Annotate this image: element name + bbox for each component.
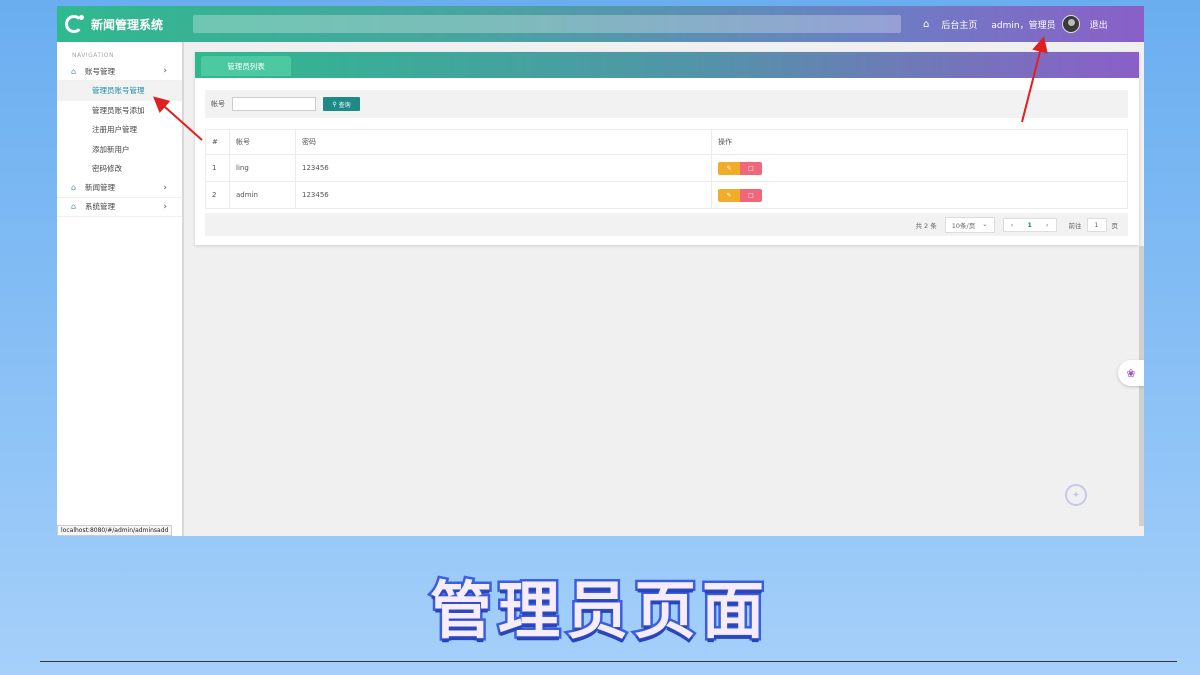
home-icon: ⌂ bbox=[71, 66, 77, 76]
sidebar-group-system[interactable]: ⌂ 系统管理 › bbox=[57, 198, 182, 217]
table-header-row: # 帐号 密码 操作 bbox=[205, 129, 1128, 155]
chevron-right-icon: › bbox=[163, 182, 167, 193]
page-size-select[interactable]: 10条/页 ⌄ bbox=[944, 216, 995, 233]
tab-admin-list[interactable]: 管理员列表 bbox=[201, 56, 291, 76]
sidebar-item-admin-accounts[interactable]: 管理员账号管理 bbox=[57, 81, 182, 101]
prev-page-button[interactable]: ‹ bbox=[1004, 221, 1021, 229]
chevron-right-icon: › bbox=[163, 201, 167, 212]
goto-page-input[interactable]: 1 bbox=[1086, 217, 1107, 232]
column-header-account: 帐号 bbox=[229, 129, 296, 155]
logo[interactable]: 新闻管理系统 bbox=[57, 15, 193, 33]
cell-password: 123456 bbox=[295, 181, 712, 209]
current-user-label: admin，管理员 bbox=[991, 20, 1056, 31]
home-icon: ⌂ bbox=[71, 183, 77, 192]
logout-link[interactable]: 退出 bbox=[1090, 18, 1108, 31]
chevron-right-icon: › bbox=[163, 66, 167, 76]
logo-icon bbox=[65, 15, 84, 33]
brain-icon[interactable]: ❀ bbox=[1118, 360, 1144, 386]
search-button[interactable]: ⚲ 查询 bbox=[323, 97, 360, 111]
goto-label: 前往 bbox=[1068, 221, 1082, 230]
app-title: 新闻管理系统 bbox=[91, 17, 164, 32]
vertical-scrollbar[interactable] bbox=[1139, 246, 1144, 526]
cell-actions: ✎ □ bbox=[711, 181, 1128, 209]
page-caption: 管理员页面 bbox=[427, 572, 770, 650]
sidebar-group-label: 系统管理 bbox=[85, 202, 115, 211]
avatar[interactable] bbox=[1061, 15, 1080, 33]
home-icon[interactable]: ⌂ bbox=[923, 19, 929, 30]
sidebar: NAVIGATION ⌂ 账号管理 › 管理员账号管理 管理员账号添加 注册用户… bbox=[57, 42, 184, 536]
assistant-icon[interactable]: ✦ bbox=[1065, 484, 1087, 506]
sidebar-group-label: 账号管理 bbox=[85, 66, 115, 76]
card-header: 管理员列表 bbox=[195, 52, 1139, 78]
cell-account: admin bbox=[229, 181, 296, 209]
top-header: 新闻管理系统 ⌂ 后台主页 admin，管理员 退出 bbox=[57, 6, 1144, 42]
nav-title: NAVIGATION bbox=[72, 52, 115, 59]
admin-table: # 帐号 密码 操作 1 ling 123456 ✎ □ 2 admin 1234… bbox=[205, 129, 1128, 209]
cell-index: 1 bbox=[205, 154, 230, 182]
chevron-down-icon: ⌄ bbox=[982, 219, 988, 228]
pencil-icon: ✎ bbox=[726, 164, 732, 172]
trash-icon: □ bbox=[748, 191, 754, 199]
pagination: 共 2 条 10条/页 ⌄ ‹ 1 › 前往 1 页 bbox=[205, 213, 1128, 236]
table-row: 2 admin 123456 ✎ □ bbox=[205, 181, 1128, 209]
sidebar-group-news[interactable]: ⌂ 新闻管理 › bbox=[57, 179, 182, 198]
column-header-actions: 操作 bbox=[711, 129, 1128, 155]
cell-password: 123456 bbox=[295, 154, 712, 182]
account-search-label: 帐号 bbox=[211, 100, 225, 108]
header-search-area[interactable] bbox=[193, 15, 901, 33]
cell-account: ling bbox=[229, 154, 296, 182]
table-row: 1 ling 123456 ✎ □ bbox=[205, 154, 1128, 182]
column-header-password: 密码 bbox=[295, 129, 712, 155]
edit-button[interactable]: ✎ bbox=[718, 161, 740, 175]
sidebar-group-accounts[interactable]: ⌂ 账号管理 › bbox=[57, 62, 182, 81]
dashboard-home-link[interactable]: 后台主页 bbox=[941, 18, 977, 31]
cell-actions: ✎ □ bbox=[711, 154, 1128, 182]
sidebar-item-add-user[interactable]: 添加新用户 bbox=[57, 140, 182, 160]
cell-index: 2 bbox=[205, 181, 230, 209]
column-header-index: # bbox=[205, 129, 230, 155]
current-page[interactable]: 1 bbox=[1020, 221, 1039, 229]
search-bar: 帐号 ⚲ 查询 bbox=[205, 90, 1128, 118]
divider bbox=[40, 661, 1177, 662]
page-unit-label: 页 bbox=[1111, 221, 1119, 230]
next-page-button[interactable]: › bbox=[1039, 221, 1056, 229]
app-window: 新闻管理系统 ⌂ 后台主页 admin，管理员 退出 NAVIGATION ⌂ … bbox=[57, 6, 1144, 536]
delete-button[interactable]: □ bbox=[740, 161, 762, 175]
trash-icon: □ bbox=[748, 164, 754, 172]
sidebar-item-registered-users[interactable]: 注册用户管理 bbox=[57, 120, 182, 140]
sidebar-group-label: 新闻管理 bbox=[85, 183, 115, 192]
edit-button[interactable]: ✎ bbox=[718, 188, 740, 202]
admin-list-card: 管理员列表 帐号 ⚲ 查询 # 帐号 密码 操作 1 ling 123456 ✎… bbox=[195, 52, 1139, 245]
sidebar-item-change-password[interactable]: 密码修改 bbox=[57, 159, 182, 179]
pagination-total: 共 2 条 bbox=[915, 221, 937, 230]
account-search-input[interactable] bbox=[232, 97, 316, 111]
delete-button[interactable]: □ bbox=[740, 188, 762, 202]
home-icon: ⌂ bbox=[71, 202, 77, 211]
status-url: localhost:8080/#/admin/adminsadd bbox=[57, 525, 173, 536]
sidebar-item-admin-add[interactable]: 管理员账号添加 bbox=[57, 101, 182, 121]
page-navigator: ‹ 1 › bbox=[1002, 217, 1057, 232]
pencil-icon: ✎ bbox=[726, 191, 732, 199]
